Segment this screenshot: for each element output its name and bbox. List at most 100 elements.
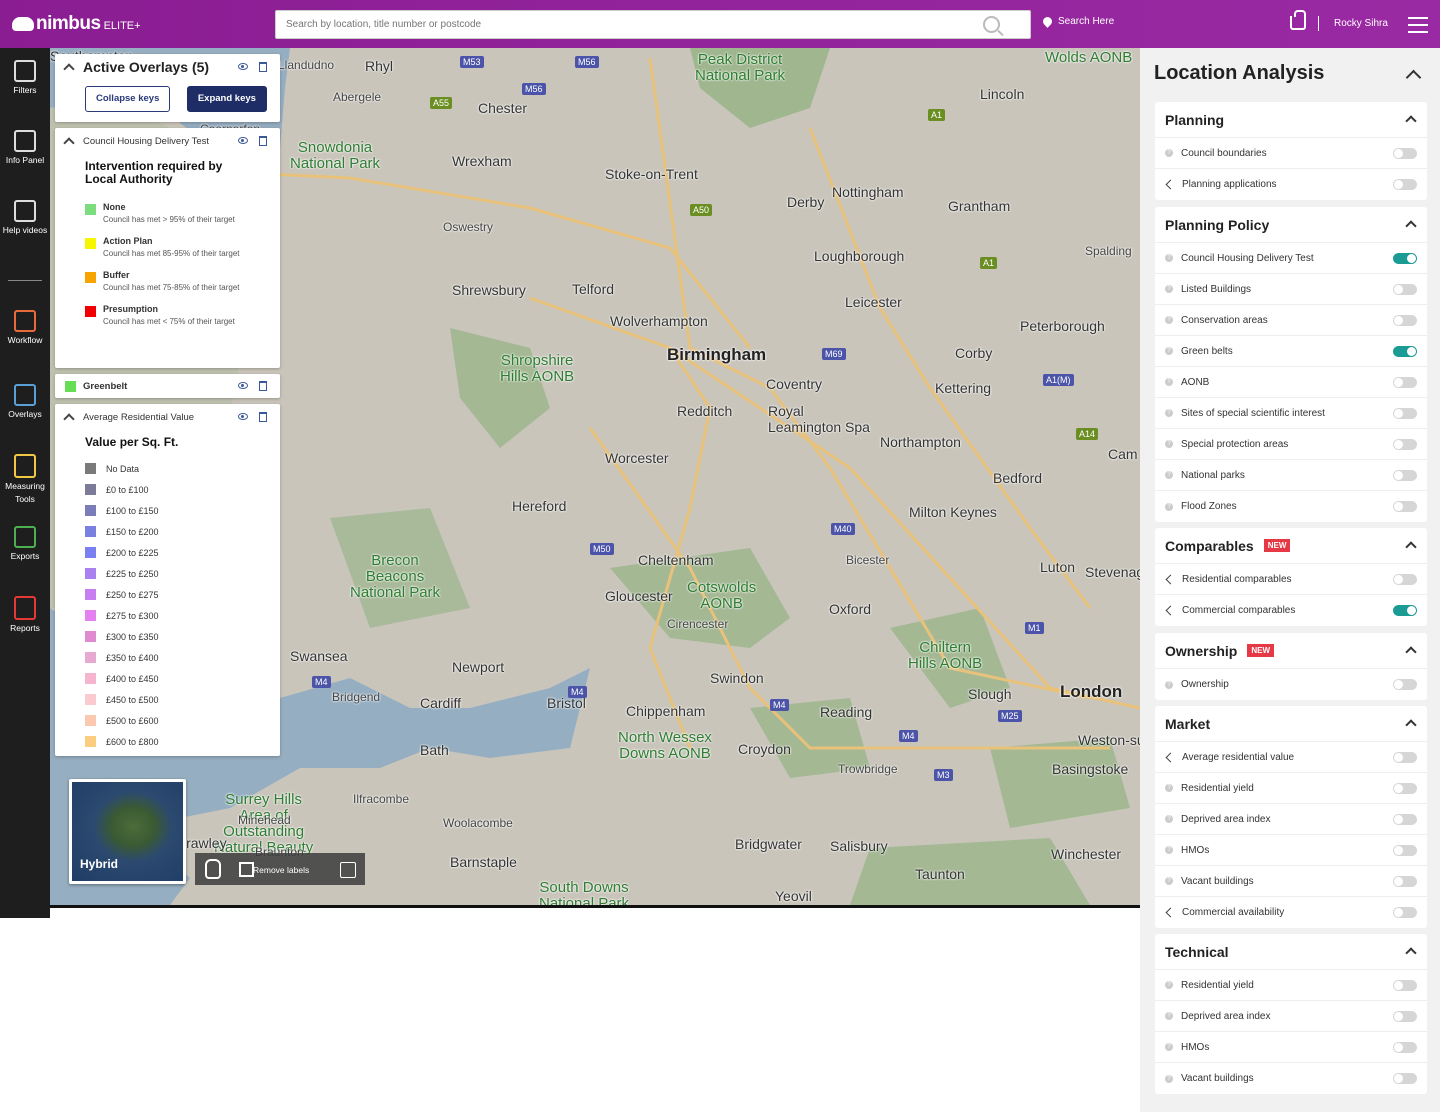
chevron-up-icon[interactable] — [1405, 947, 1417, 959]
layer-toggle[interactable] — [1393, 408, 1417, 419]
chevron-up-icon[interactable] — [1405, 646, 1417, 658]
chevron-up-icon[interactable] — [63, 137, 75, 149]
help-icon[interactable]: ? — [1165, 1043, 1173, 1051]
nav-measuring-tools[interactable]: Measuring Tools — [0, 454, 50, 506]
layer-toggle[interactable] — [1393, 605, 1417, 616]
layer-toggle[interactable] — [1393, 148, 1417, 159]
layer-toggle[interactable] — [1393, 783, 1417, 794]
chevron-left-icon[interactable] — [1165, 605, 1176, 616]
select-area-icon[interactable] — [239, 862, 254, 877]
map-place-label: Salisbury — [830, 838, 888, 854]
section-header[interactable]: Comparables NEW — [1155, 528, 1427, 564]
chevron-up-icon[interactable] — [1405, 719, 1417, 731]
search-here-button[interactable]: Search Here — [1041, 15, 1114, 28]
chevron-left-icon[interactable] — [1165, 752, 1176, 762]
section-header[interactable]: Planning — [1155, 102, 1427, 138]
remove-labels-checkbox[interactable] — [340, 862, 356, 878]
help-icon[interactable]: ? — [1165, 471, 1173, 479]
user-name[interactable]: Rocky Sihra — [1334, 18, 1388, 29]
nav-reports[interactable]: Reports — [0, 596, 50, 635]
help-icon[interactable]: ? — [1165, 784, 1173, 792]
help-icon[interactable]: ? — [1165, 1074, 1173, 1083]
layer-toggle[interactable] — [1393, 814, 1417, 825]
eye-icon[interactable] — [238, 413, 248, 420]
layer-toggle[interactable] — [1393, 377, 1417, 388]
help-icon[interactable]: ? — [1165, 409, 1173, 417]
help-icon[interactable]: ? — [1165, 846, 1173, 854]
layer-toggle[interactable] — [1393, 501, 1417, 512]
nav-help-videos[interactable]: Help videos — [0, 200, 50, 237]
layer-toggle[interactable] — [1393, 980, 1417, 991]
menu-icon[interactable] — [1408, 17, 1428, 33]
chevron-up-icon[interactable] — [1405, 69, 1422, 86]
basket-icon[interactable] — [1290, 10, 1306, 30]
layer-toggle[interactable] — [1393, 470, 1417, 481]
chevron-up-icon[interactable] — [1405, 541, 1417, 553]
layer-toggle[interactable] — [1393, 876, 1417, 887]
layer-toggle[interactable] — [1393, 315, 1417, 326]
section-header[interactable]: Technical — [1155, 934, 1427, 970]
layer-toggle[interactable] — [1393, 907, 1417, 918]
layer-toggle[interactable] — [1393, 179, 1417, 190]
help-icon[interactable]: ? — [1165, 1012, 1173, 1020]
section-header[interactable]: Planning Policy — [1155, 207, 1427, 243]
help-icon[interactable]: ? — [1165, 440, 1173, 448]
layer-toggle[interactable] — [1393, 1042, 1417, 1053]
layer-toggle[interactable] — [1393, 1011, 1417, 1022]
help-icon[interactable]: ? — [1165, 877, 1173, 885]
help-icon[interactable]: ? — [1165, 815, 1173, 823]
chevron-up-icon[interactable] — [1405, 115, 1417, 127]
layer-item: ? Council boundaries — [1155, 138, 1427, 169]
nav-workflow[interactable]: Workflow — [0, 310, 50, 347]
chevron-up-icon[interactable] — [63, 63, 75, 75]
help-icon[interactable]: ? — [1165, 254, 1173, 262]
help-icon[interactable]: ? — [1165, 378, 1173, 386]
chevron-up-icon[interactable] — [63, 413, 75, 425]
layer-toggle[interactable] — [1393, 845, 1417, 856]
chevron-left-icon[interactable] — [1165, 907, 1176, 918]
layer-label: Residential yield — [1181, 979, 1254, 991]
expand-keys-button[interactable]: Expand keys — [186, 86, 267, 112]
eye-icon[interactable] — [238, 137, 248, 144]
nav-filters[interactable]: Filters — [0, 60, 50, 97]
help-icon[interactable]: ? — [1165, 149, 1173, 157]
layer-label: Deprived area index — [1181, 813, 1271, 825]
layer-toggle[interactable] — [1393, 679, 1417, 690]
help-icon[interactable]: ? — [1165, 680, 1173, 689]
nav-info-panel[interactable]: Info Panel — [0, 130, 50, 167]
collapse-keys-button[interactable]: Collapse keys — [85, 86, 171, 112]
search-input[interactable] — [276, 11, 966, 38]
help-icon[interactable]: ? — [1165, 502, 1173, 511]
trash-icon[interactable] — [259, 136, 267, 146]
search-icon[interactable] — [983, 16, 1000, 33]
nimbus-logo[interactable]: nimbus ELITE+ — [12, 12, 141, 36]
reports-icon — [14, 596, 36, 620]
pan-hand-icon[interactable] — [205, 859, 221, 879]
nav-exports[interactable]: Exports — [0, 526, 50, 563]
layer-toggle[interactable] — [1393, 253, 1417, 264]
chevron-up-icon[interactable] — [1405, 220, 1417, 232]
trash-icon[interactable] — [259, 62, 267, 72]
layer-toggle[interactable] — [1393, 1073, 1417, 1084]
layer-toggle[interactable] — [1393, 346, 1417, 357]
help-icon[interactable]: ? — [1165, 981, 1173, 989]
layer-toggle[interactable] — [1393, 439, 1417, 450]
hybrid-map-toggle[interactable]: Hybrid — [69, 779, 186, 884]
layer-toggle[interactable] — [1393, 574, 1417, 585]
help-icon[interactable]: ? — [1165, 285, 1173, 293]
layer-item: ? Deprived area index — [1155, 804, 1427, 835]
eye-icon[interactable] — [238, 382, 248, 389]
section-title: Ownership — [1165, 642, 1238, 659]
nav-overlays[interactable]: Overlays — [0, 384, 50, 421]
eye-icon[interactable] — [238, 63, 248, 70]
help-icon[interactable]: ? — [1165, 347, 1173, 355]
trash-icon[interactable] — [259, 381, 267, 391]
help-icon[interactable]: ? — [1165, 316, 1173, 324]
trash-icon[interactable] — [259, 412, 267, 422]
chevron-left-icon[interactable] — [1165, 574, 1176, 584]
chevron-left-icon[interactable] — [1165, 179, 1176, 190]
layer-toggle[interactable] — [1393, 284, 1417, 295]
section-header[interactable]: Market — [1155, 706, 1427, 742]
section-header[interactable]: Ownership NEW — [1155, 633, 1427, 669]
layer-toggle[interactable] — [1393, 752, 1417, 763]
